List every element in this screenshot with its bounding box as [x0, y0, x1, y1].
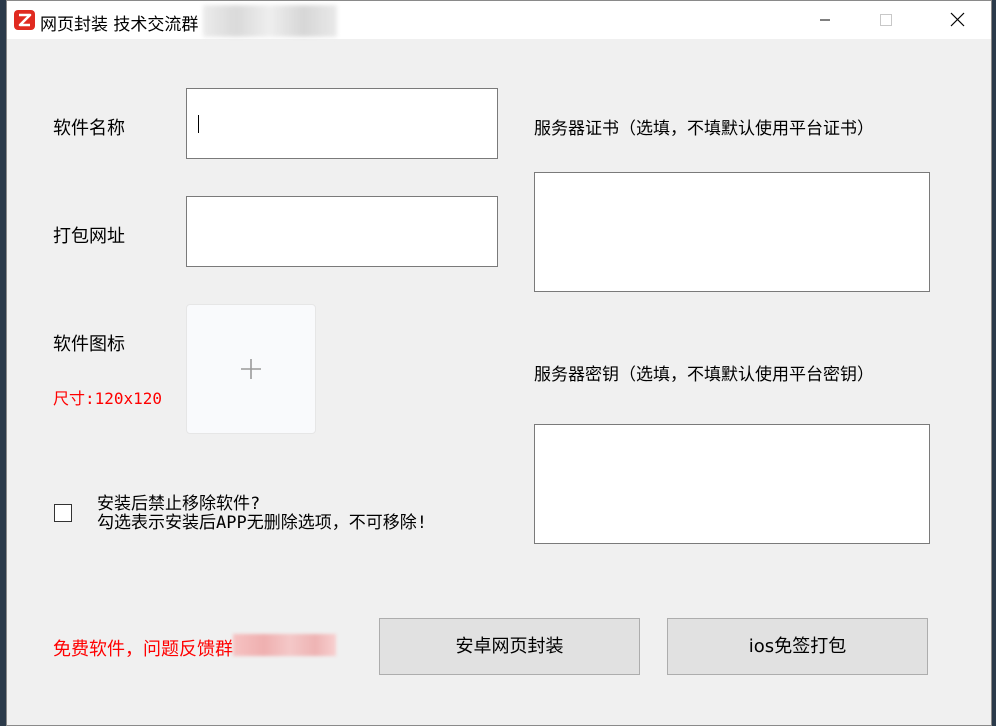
android-package-label: 安卓网页封装 [455, 636, 564, 657]
android-package-button[interactable]: 安卓网页封装 [379, 618, 640, 675]
server-key-textarea[interactable] [534, 424, 930, 544]
footer-notice: 免费软件，问题反馈群 [53, 639, 233, 660]
software-name-label: 软件名称 [53, 118, 125, 139]
text-caret [198, 115, 199, 133]
server-cert-textarea[interactable] [534, 172, 930, 292]
main-window: 网页封装 技术交流群 软件名称 打包网址 软件图标 尺寸:120x120 安装后… [6, 0, 992, 726]
app-logo-icon [14, 10, 35, 30]
close-icon [950, 12, 965, 27]
package-url-input[interactable] [186, 196, 498, 267]
maximize-icon [880, 14, 892, 26]
redacted-title-area [203, 5, 337, 37]
title-bar[interactable]: 网页封装 技术交流群 [7, 1, 991, 39]
close-button[interactable] [927, 1, 987, 39]
minimize-button[interactable] [795, 1, 855, 39]
minimize-icon [820, 19, 830, 21]
plus-icon [241, 359, 261, 379]
server-key-label: 服务器密钥（选填，不填默认使用平台密钥） [534, 365, 874, 385]
software-icon-label: 软件图标 [53, 334, 125, 355]
icon-size-hint: 尺寸:120x120 [53, 389, 163, 408]
prevent-uninstall-checkbox[interactable] [54, 504, 72, 522]
window-title: 网页封装 技术交流群 [40, 15, 199, 35]
prevent-uninstall-text[interactable]: 安装后禁止移除软件? 勾选表示安装后APP无删除选项，不可移除! [97, 495, 427, 533]
ios-package-button[interactable]: ios免签打包 [667, 618, 928, 675]
redacted-group-number [233, 634, 336, 656]
icon-upload-box[interactable] [186, 304, 316, 434]
prevent-uninstall-line1: 安装后禁止移除软件? [97, 494, 261, 514]
package-url-label: 打包网址 [53, 226, 125, 247]
prevent-uninstall-line2: 勾选表示安装后APP无删除选项，不可移除! [97, 513, 427, 533]
software-name-input[interactable] [186, 88, 498, 159]
server-cert-label: 服务器证书（选填，不填默认使用平台证书） [534, 119, 874, 139]
ios-package-label: ios免签打包 [748, 636, 847, 657]
maximize-button[interactable] [855, 1, 915, 39]
